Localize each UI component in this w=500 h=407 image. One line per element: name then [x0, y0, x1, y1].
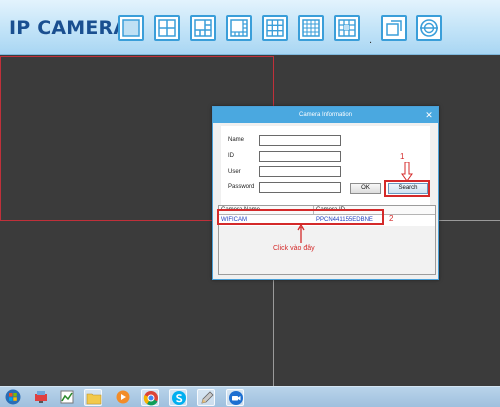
- top-toolbar: IP CAMERA .: [0, 0, 500, 55]
- camera-list-empty-area: [219, 226, 435, 274]
- taskbar-ip-camera[interactable]: [226, 389, 244, 406]
- name-label: Name: [228, 137, 245, 143]
- six-view-icon: [194, 19, 212, 37]
- sixteen-view-icon: [302, 19, 320, 37]
- click-here-hint: Click vào đây: [273, 245, 315, 252]
- dialog-title: Camera Information: [213, 107, 438, 123]
- toolbar-separator-dot: .: [369, 34, 373, 46]
- id-label: ID: [228, 153, 234, 159]
- custom-view-icon: [338, 19, 356, 37]
- layout-1-button[interactable]: [118, 15, 144, 41]
- layout-custom-button[interactable]: [334, 15, 360, 41]
- start-button[interactable]: [4, 389, 22, 406]
- dialog-close-button[interactable]: ✕: [423, 109, 435, 121]
- chart-app-icon: [60, 390, 74, 404]
- fullscreen-button[interactable]: [381, 15, 407, 41]
- name-input[interactable]: [259, 135, 341, 146]
- quad-view-icon: [158, 19, 176, 37]
- arrow-up-annotation: [297, 224, 305, 243]
- layout-9-button[interactable]: [262, 15, 288, 41]
- network-app-icon: [35, 391, 47, 403]
- password-label: Password: [228, 184, 255, 190]
- windows-taskbar: [0, 386, 500, 407]
- search-button-highlight: [384, 180, 430, 197]
- media-player-icon: [116, 390, 130, 404]
- taskbar-file-explorer[interactable]: [84, 389, 102, 406]
- password-input[interactable]: [259, 182, 341, 193]
- layout-4-button[interactable]: [154, 15, 180, 41]
- layout-16-button[interactable]: [298, 15, 324, 41]
- skype-icon: [172, 391, 186, 405]
- step-2-label: 2: [389, 214, 394, 223]
- user-label: User: [228, 169, 241, 175]
- folder-icon: [86, 393, 102, 405]
- layout-6-button[interactable]: [190, 15, 216, 41]
- user-input[interactable]: [259, 166, 341, 177]
- id-input[interactable]: [259, 151, 341, 162]
- windows-logo-icon: [5, 389, 21, 405]
- nine-view-icon: [266, 19, 284, 37]
- camera-row-highlight: [217, 209, 384, 225]
- camera-app-icon: [229, 391, 243, 405]
- taskbar-media-player[interactable]: [114, 389, 132, 406]
- chrome-icon: [143, 391, 158, 406]
- app-title: IP CAMERA: [9, 17, 129, 39]
- settings-button[interactable]: [416, 15, 442, 41]
- target-settings-icon: [420, 19, 438, 37]
- arrow-down-annotation: [401, 162, 413, 182]
- taskbar-chart-app[interactable]: [58, 389, 76, 406]
- fullscreen-icon: [386, 20, 402, 36]
- taskbar-network-app[interactable]: [32, 389, 50, 406]
- layout-8-button[interactable]: [226, 15, 252, 41]
- ok-button[interactable]: OK: [350, 183, 381, 194]
- taskbar-skype[interactable]: [169, 389, 187, 406]
- step-1-label: 1: [400, 152, 405, 161]
- single-view-icon: [122, 19, 140, 37]
- taskbar-tool[interactable]: [197, 389, 215, 406]
- taskbar-chrome[interactable]: [141, 389, 159, 406]
- eight-view-icon: [230, 19, 248, 37]
- pencil-tool-icon: [201, 391, 214, 404]
